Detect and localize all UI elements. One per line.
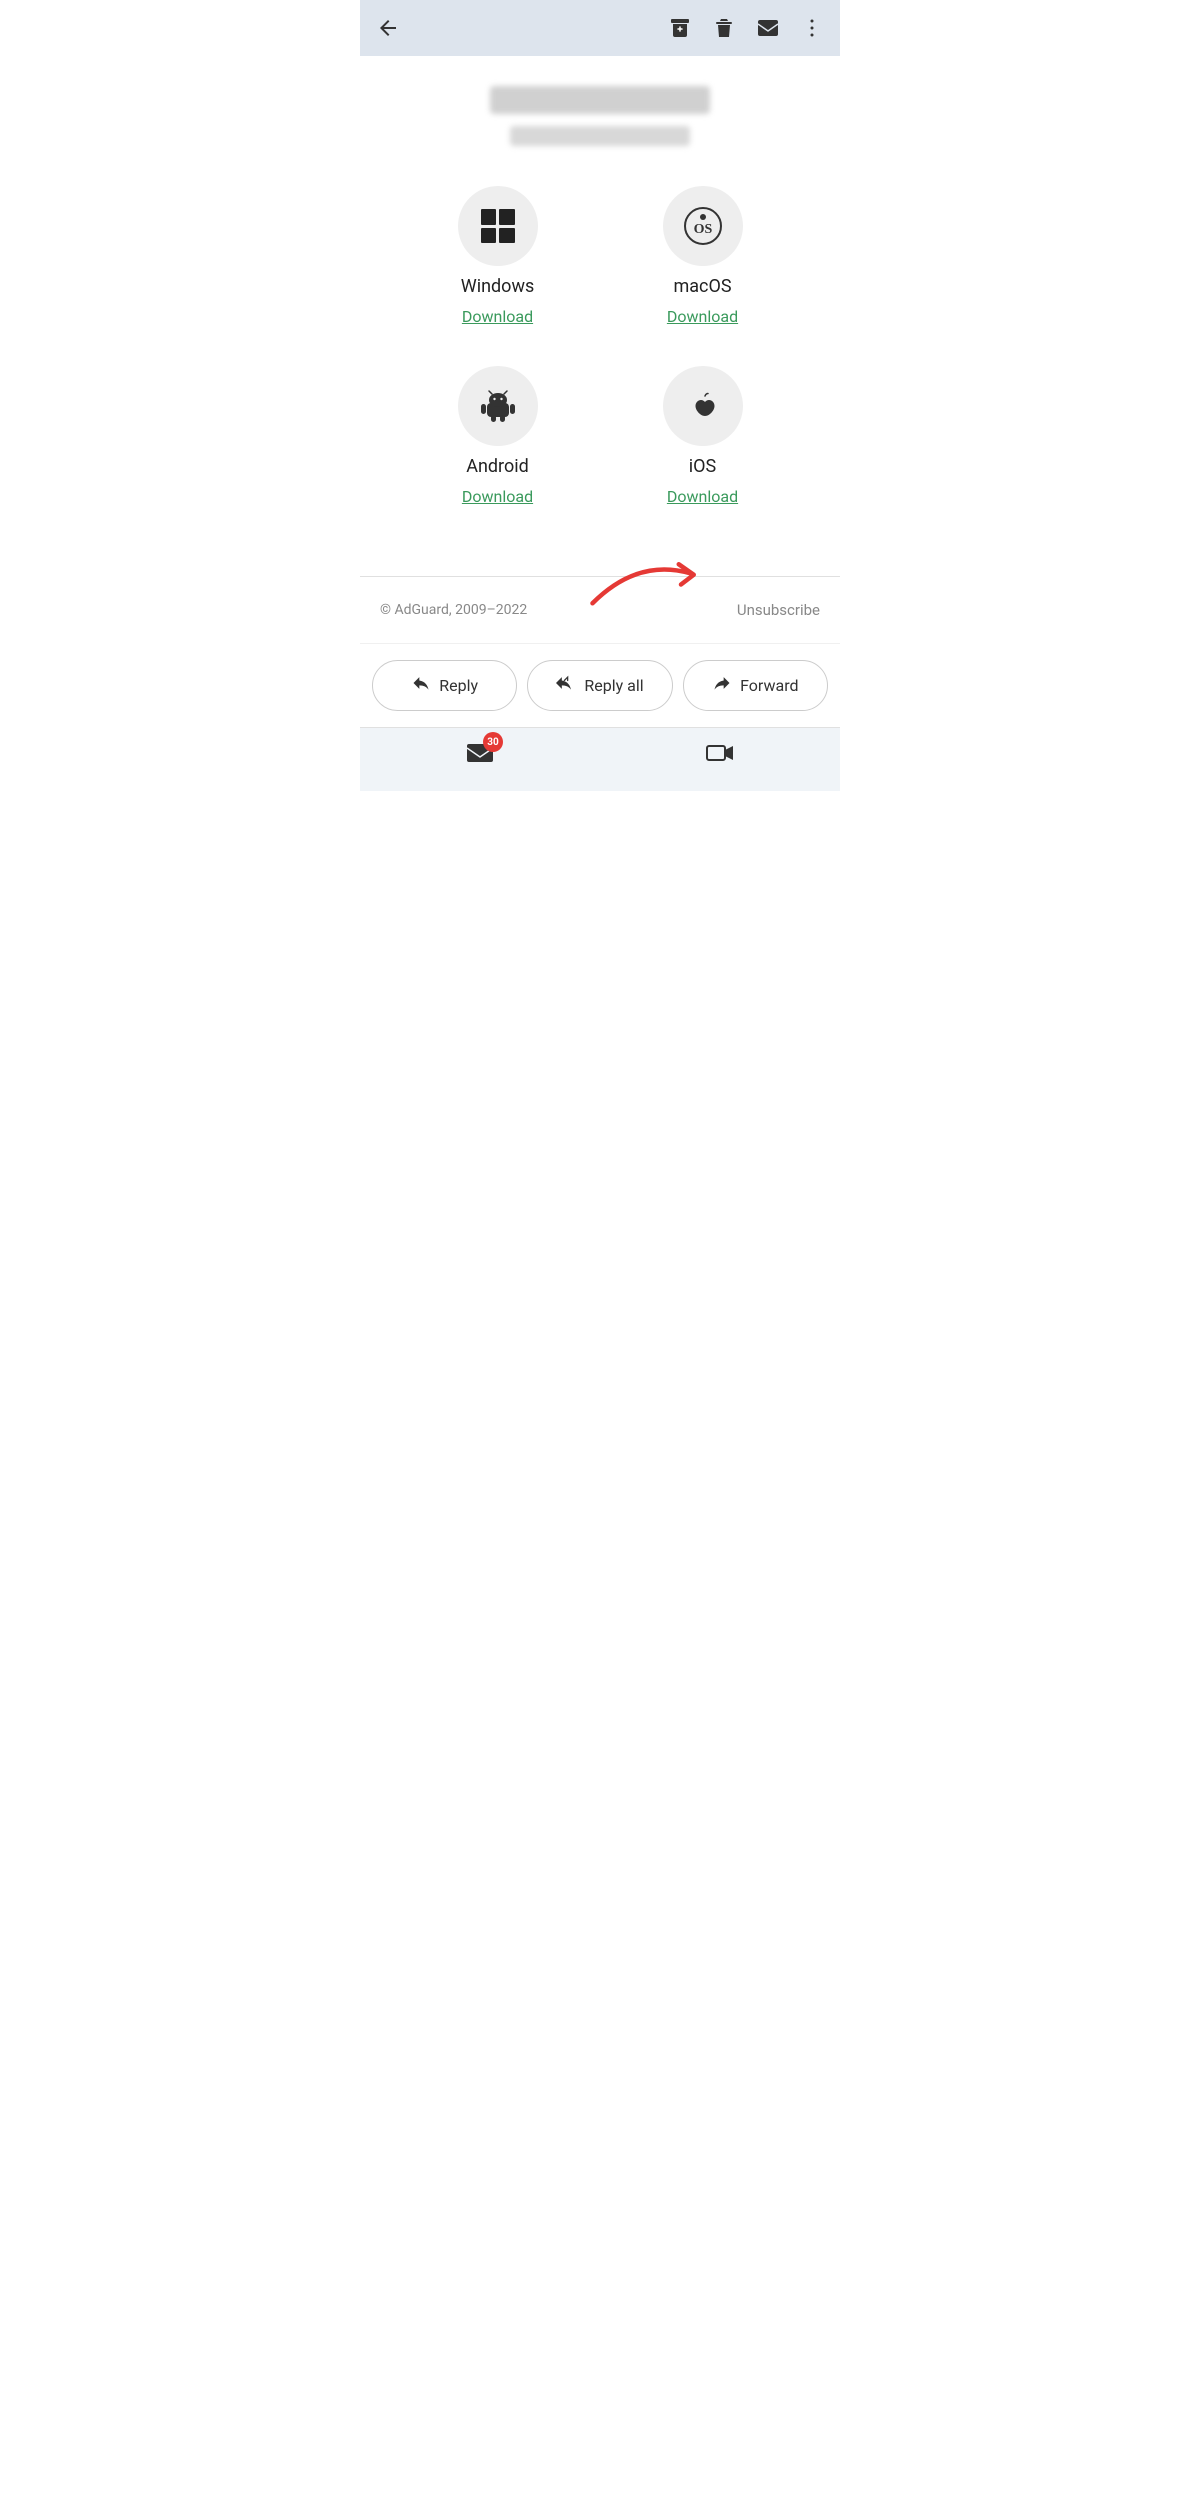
apple-icon [685,388,721,424]
video-nav-item[interactable] [705,738,735,775]
android-download-item: Android Download [410,366,585,506]
reply-all-button[interactable]: Reply all [527,660,672,711]
ios-label: iOS [689,456,716,477]
reply-label: Reply [439,676,478,695]
macos-icon: OS [683,206,723,246]
unsubscribe-link[interactable]: Unsubscribe [737,601,820,619]
archive-icon[interactable] [668,16,692,40]
macos-icon-circle: OS [663,186,743,266]
bottom-nav: 30 [360,727,840,791]
reply-all-label: Reply all [584,676,643,695]
forward-button[interactable]: Forward [683,660,828,711]
android-label: Android [466,456,529,477]
ios-download-link[interactable]: Download [667,487,738,506]
email-header-blurred [380,86,820,146]
macos-download-link[interactable]: Download [667,307,738,326]
ios-download-item: iOS Download [615,366,790,506]
copyright-text: © AdGuard, 2009–2022 [380,602,527,618]
more-menu-icon[interactable] [800,16,824,40]
blurred-title [490,86,710,114]
mail-nav-item[interactable]: 30 [465,738,495,775]
android-icon [479,387,517,425]
reply-icon [411,673,431,698]
svg-text:OS: OS [693,222,712,237]
macos-label: macOS [673,276,731,297]
email-body: Windows Download OS macOS Download [360,56,840,576]
macos-download-item: OS macOS Download [615,186,790,326]
mail-badge: 30 [483,732,503,752]
delete-icon[interactable] [712,16,736,40]
ios-icon-circle [663,366,743,446]
mail-icon[interactable] [756,16,780,40]
download-grid: Windows Download OS macOS Download [410,176,790,516]
action-buttons-bar: Reply Reply all Forward [360,643,840,727]
windows-icon-circle [458,186,538,266]
reply-button[interactable]: Reply [372,660,517,711]
back-button[interactable] [376,16,400,40]
forward-label: Forward [740,676,798,695]
blurred-subtitle [510,126,690,146]
forward-icon [712,673,732,698]
windows-label: Windows [461,276,535,297]
toolbar [360,0,840,56]
android-download-link[interactable]: Download [462,487,533,506]
reply-all-icon [556,673,576,698]
windows-download-item: Windows Download [410,186,585,326]
android-icon-circle [458,366,538,446]
windows-download-link[interactable]: Download [462,307,533,326]
video-nav-icon [705,738,735,775]
email-footer: © AdGuard, 2009–2022 Unsubscribe [360,576,840,643]
footer-content: © AdGuard, 2009–2022 Unsubscribe [380,601,820,619]
windows-icon [481,209,515,243]
